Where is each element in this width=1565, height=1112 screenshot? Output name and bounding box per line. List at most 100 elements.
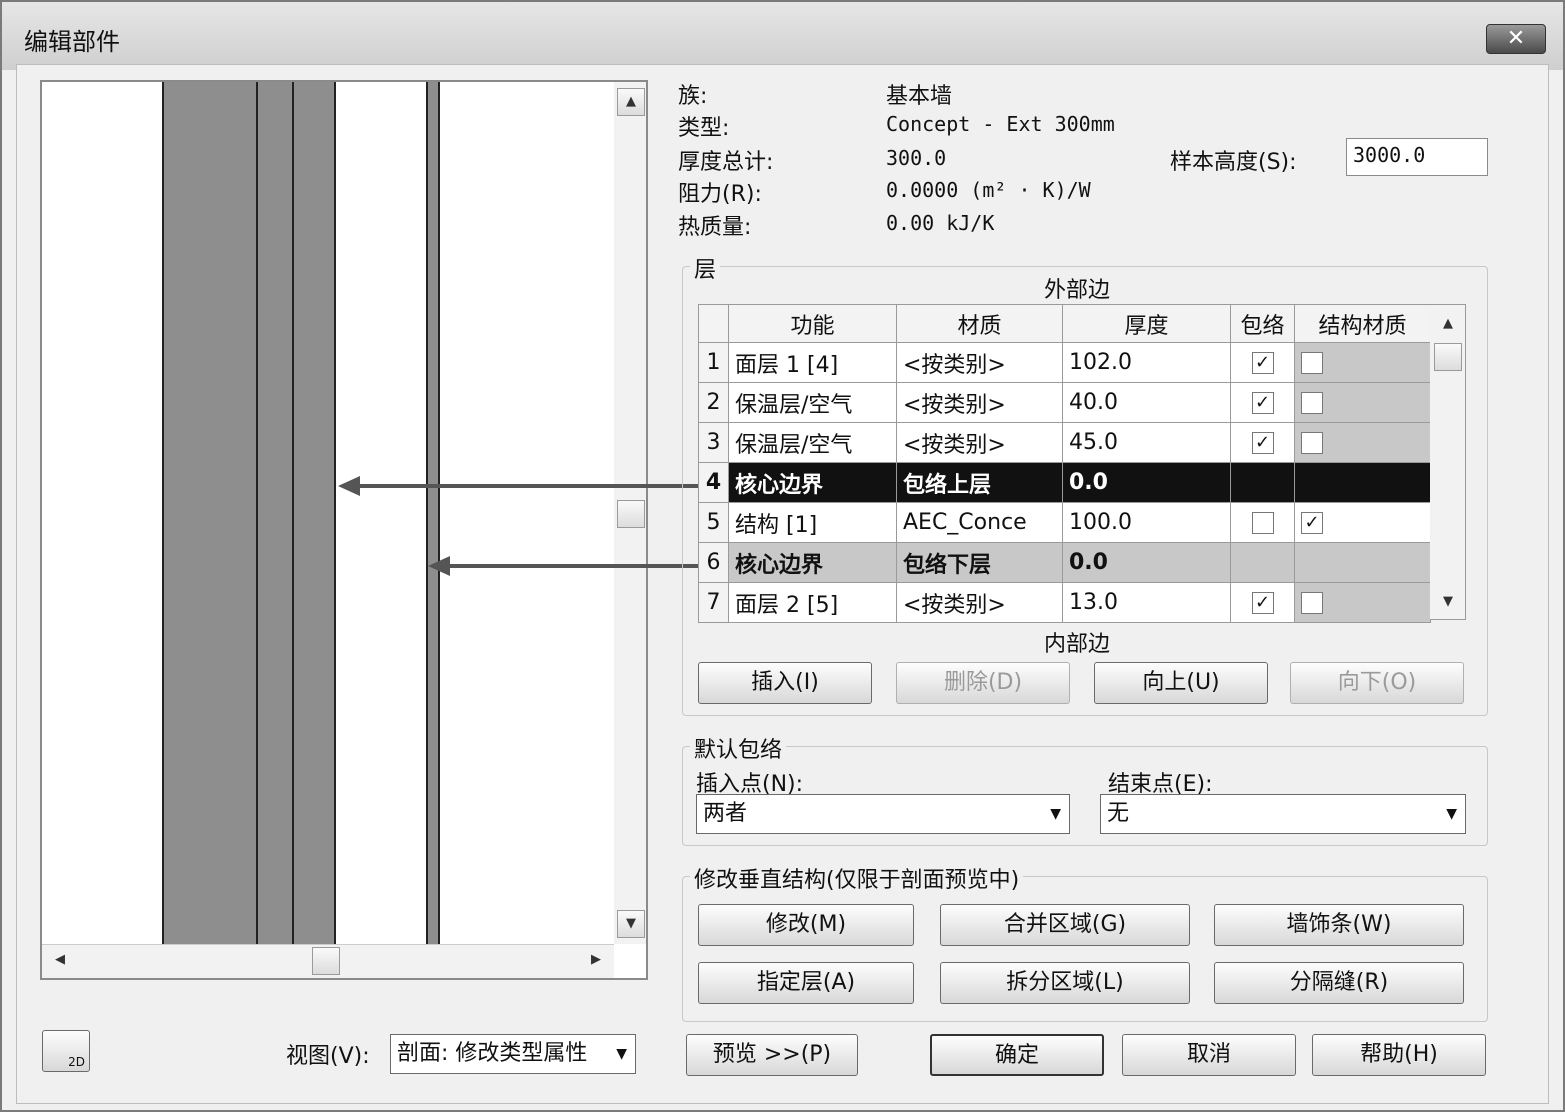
scroll-down-icon[interactable]: ▼ xyxy=(1434,589,1462,617)
structural-cell[interactable] xyxy=(1294,382,1431,423)
column-header-structural-material[interactable]: 结构材质 xyxy=(1294,304,1431,343)
structural-checkbox[interactable] xyxy=(1301,432,1323,454)
scroll-thumb[interactable] xyxy=(312,947,340,975)
move-down-button[interactable]: 向下(O) xyxy=(1290,662,1464,704)
table-row[interactable]: 3 保温层/空气 <按类别> 45.0 ✓ xyxy=(698,422,1431,463)
core-boundary-line-top xyxy=(334,82,336,944)
function-cell[interactable]: 核心边界 xyxy=(728,462,897,503)
table-header-row: 功能 材质 厚度 包络 结构材质 xyxy=(698,304,1431,343)
section-preview[interactable]: ▲ ▼ ◀ ▶ xyxy=(40,80,648,980)
view-2d-icon[interactable]: 2D xyxy=(42,1030,90,1072)
thickness-cell[interactable]: 0.0 xyxy=(1062,542,1231,583)
chevron-down-icon[interactable]: ▼ xyxy=(1050,795,1061,833)
wrap-checkbox[interactable]: ✓ xyxy=(1251,592,1274,614)
thickness-cell[interactable]: 13.0 xyxy=(1062,582,1231,623)
layer-edge xyxy=(256,82,258,944)
wrap-cell[interactable]: ✓ xyxy=(1230,342,1295,383)
merge-regions-button[interactable]: 合并区域(G) xyxy=(940,904,1190,946)
wrap-checkbox[interactable]: ✓ xyxy=(1251,392,1274,414)
scroll-up-icon[interactable]: ▲ xyxy=(1434,311,1462,339)
row-number: 5 xyxy=(698,502,729,543)
column-header-function[interactable]: 功能 xyxy=(728,304,897,343)
insert-button[interactable]: 插入(I) xyxy=(698,662,872,704)
ok-button[interactable]: 确定 xyxy=(930,1034,1104,1076)
table-row-selected[interactable]: 4 核心边界 包络上层 0.0 xyxy=(698,462,1431,503)
sweeps-button[interactable]: 墙饰条(W) xyxy=(1214,904,1464,946)
delete-button[interactable]: 删除(D) xyxy=(896,662,1070,704)
table-row[interactable]: 7 面层 2 [5] <按类别> 13.0 ✓ xyxy=(698,582,1431,623)
thickness-cell[interactable]: 45.0 xyxy=(1062,422,1231,463)
end-point-select[interactable]: 无 ▼ xyxy=(1100,794,1466,834)
preview-horizontal-scrollbar[interactable]: ◀ ▶ xyxy=(42,944,614,978)
cancel-button[interactable]: 取消 xyxy=(1122,1034,1296,1076)
material-cell[interactable]: AEC_Conce xyxy=(896,502,1063,543)
scroll-down-icon[interactable]: ▼ xyxy=(617,910,645,938)
table-vertical-scrollbar[interactable]: ▲ ▼ xyxy=(1430,304,1466,620)
wrap-checkbox[interactable]: ✓ xyxy=(1251,432,1274,454)
function-cell[interactable]: 结构 [1] xyxy=(728,502,897,543)
function-cell[interactable]: 保温层/空气 xyxy=(728,382,897,423)
thickness-cell[interactable]: 40.0 xyxy=(1062,382,1231,423)
preview-vertical-scrollbar[interactable]: ▲ ▼ xyxy=(614,82,646,944)
structural-checkbox[interactable] xyxy=(1301,592,1323,614)
material-cell[interactable]: 包络下层 xyxy=(896,542,1063,583)
edit-assembly-dialog: 编辑部件 ✕ ▲ ▼ ◀ ▶ 族: 基本墙 类型: Concept - Ext … xyxy=(0,0,1565,1112)
wrap-checkbox[interactable]: ✓ xyxy=(1251,352,1274,374)
insert-point-select[interactable]: 两者 ▼ xyxy=(696,794,1070,834)
structural-checkbox[interactable] xyxy=(1301,352,1323,374)
preview-button[interactable]: 预览 >>(P) xyxy=(686,1034,858,1076)
function-cell[interactable]: 面层 2 [5] xyxy=(728,582,897,623)
wrap-cell[interactable]: ✓ xyxy=(1230,582,1295,623)
insert-point-value: 两者 xyxy=(703,801,748,826)
layer-band-finish-1 xyxy=(162,82,256,944)
thickness-cell[interactable]: 0.0 xyxy=(1062,462,1231,503)
structural-checkbox[interactable] xyxy=(1301,392,1323,414)
layers-table[interactable]: 功能 材质 厚度 包络 结构材质 1 面层 1 [4] <按类别> 102.0 … xyxy=(698,304,1431,623)
scroll-left-icon[interactable]: ◀ xyxy=(46,947,74,975)
table-row[interactable]: 6 核心边界 包络下层 0.0 xyxy=(698,542,1431,583)
material-cell[interactable]: <按类别> xyxy=(896,422,1063,463)
sample-height-input[interactable]: 3000.0 xyxy=(1346,138,1488,176)
function-cell[interactable]: 核心边界 xyxy=(728,542,897,583)
material-cell[interactable]: <按类别> xyxy=(896,582,1063,623)
wrap-cell[interactable]: ✓ xyxy=(1230,382,1295,423)
structural-cell[interactable]: ✓ xyxy=(1294,502,1431,543)
modify-button[interactable]: 修改(M) xyxy=(698,904,914,946)
column-header-wrapping[interactable]: 包络 xyxy=(1230,304,1295,343)
exterior-side-label: 外部边 xyxy=(1044,278,1111,303)
table-row[interactable]: 5 结构 [1] AEC_Conce 100.0 ✓ xyxy=(698,502,1431,543)
structural-cell[interactable] xyxy=(1294,422,1431,463)
material-cell[interactable]: <按类别> xyxy=(896,342,1063,383)
scroll-right-icon[interactable]: ▶ xyxy=(582,947,610,975)
column-header-thickness[interactable]: 厚度 xyxy=(1062,304,1231,343)
view-select[interactable]: 剖面: 修改类型属性 ▼ xyxy=(390,1034,636,1074)
material-cell[interactable]: <按类别> xyxy=(896,382,1063,423)
thickness-cell[interactable]: 100.0 xyxy=(1062,502,1231,543)
column-header-material[interactable]: 材质 xyxy=(896,304,1063,343)
reveals-button[interactable]: 分隔缝(R) xyxy=(1214,962,1464,1004)
scroll-thumb[interactable] xyxy=(1434,343,1462,371)
scroll-thumb[interactable] xyxy=(617,500,645,528)
close-button[interactable]: ✕ xyxy=(1486,24,1546,54)
material-cell[interactable]: 包络上层 xyxy=(896,462,1063,503)
wrap-cell[interactable] xyxy=(1230,502,1295,543)
function-cell[interactable]: 面层 1 [4] xyxy=(728,342,897,383)
help-button[interactable]: 帮助(H) xyxy=(1312,1034,1486,1076)
structural-checkbox[interactable]: ✓ xyxy=(1301,512,1323,534)
wrap-checkbox[interactable] xyxy=(1251,512,1274,534)
table-row[interactable]: 1 面层 1 [4] <按类别> 102.0 ✓ xyxy=(698,342,1431,383)
wrap-cell[interactable]: ✓ xyxy=(1230,422,1295,463)
chevron-down-icon[interactable]: ▼ xyxy=(612,1035,627,1073)
assign-layers-button[interactable]: 指定层(A) xyxy=(698,962,914,1004)
thickness-cell[interactable]: 102.0 xyxy=(1062,342,1231,383)
resistance-label: 阻力(R): xyxy=(678,182,762,207)
function-cell[interactable]: 保温层/空气 xyxy=(728,422,897,463)
table-row[interactable]: 2 保温层/空气 <按类别> 40.0 ✓ xyxy=(698,382,1431,423)
structural-cell[interactable] xyxy=(1294,342,1431,383)
split-region-button[interactable]: 拆分区域(L) xyxy=(940,962,1190,1004)
structural-cell xyxy=(1294,462,1431,503)
chevron-down-icon[interactable]: ▼ xyxy=(1446,795,1457,833)
structural-cell[interactable] xyxy=(1294,582,1431,623)
move-up-button[interactable]: 向上(U) xyxy=(1094,662,1268,704)
scroll-up-icon[interactable]: ▲ xyxy=(617,88,645,116)
